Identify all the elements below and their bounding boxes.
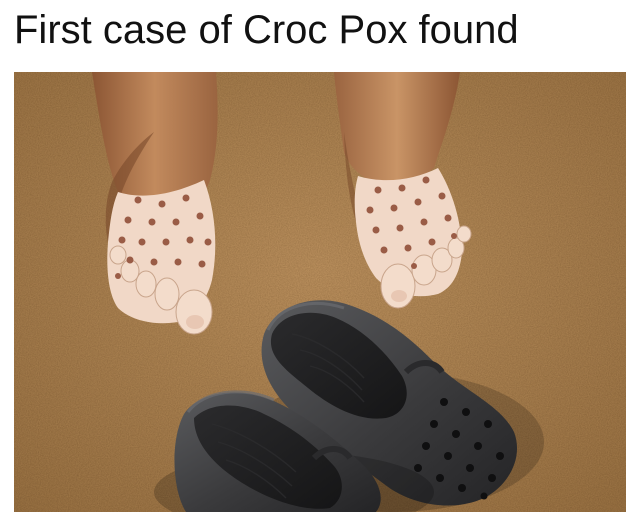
meme-card: First case of Croc Pox found	[0, 0, 640, 518]
photo	[14, 72, 626, 512]
photo-illustration	[14, 72, 626, 512]
caption: First case of Croc Pox found	[14, 8, 519, 52]
